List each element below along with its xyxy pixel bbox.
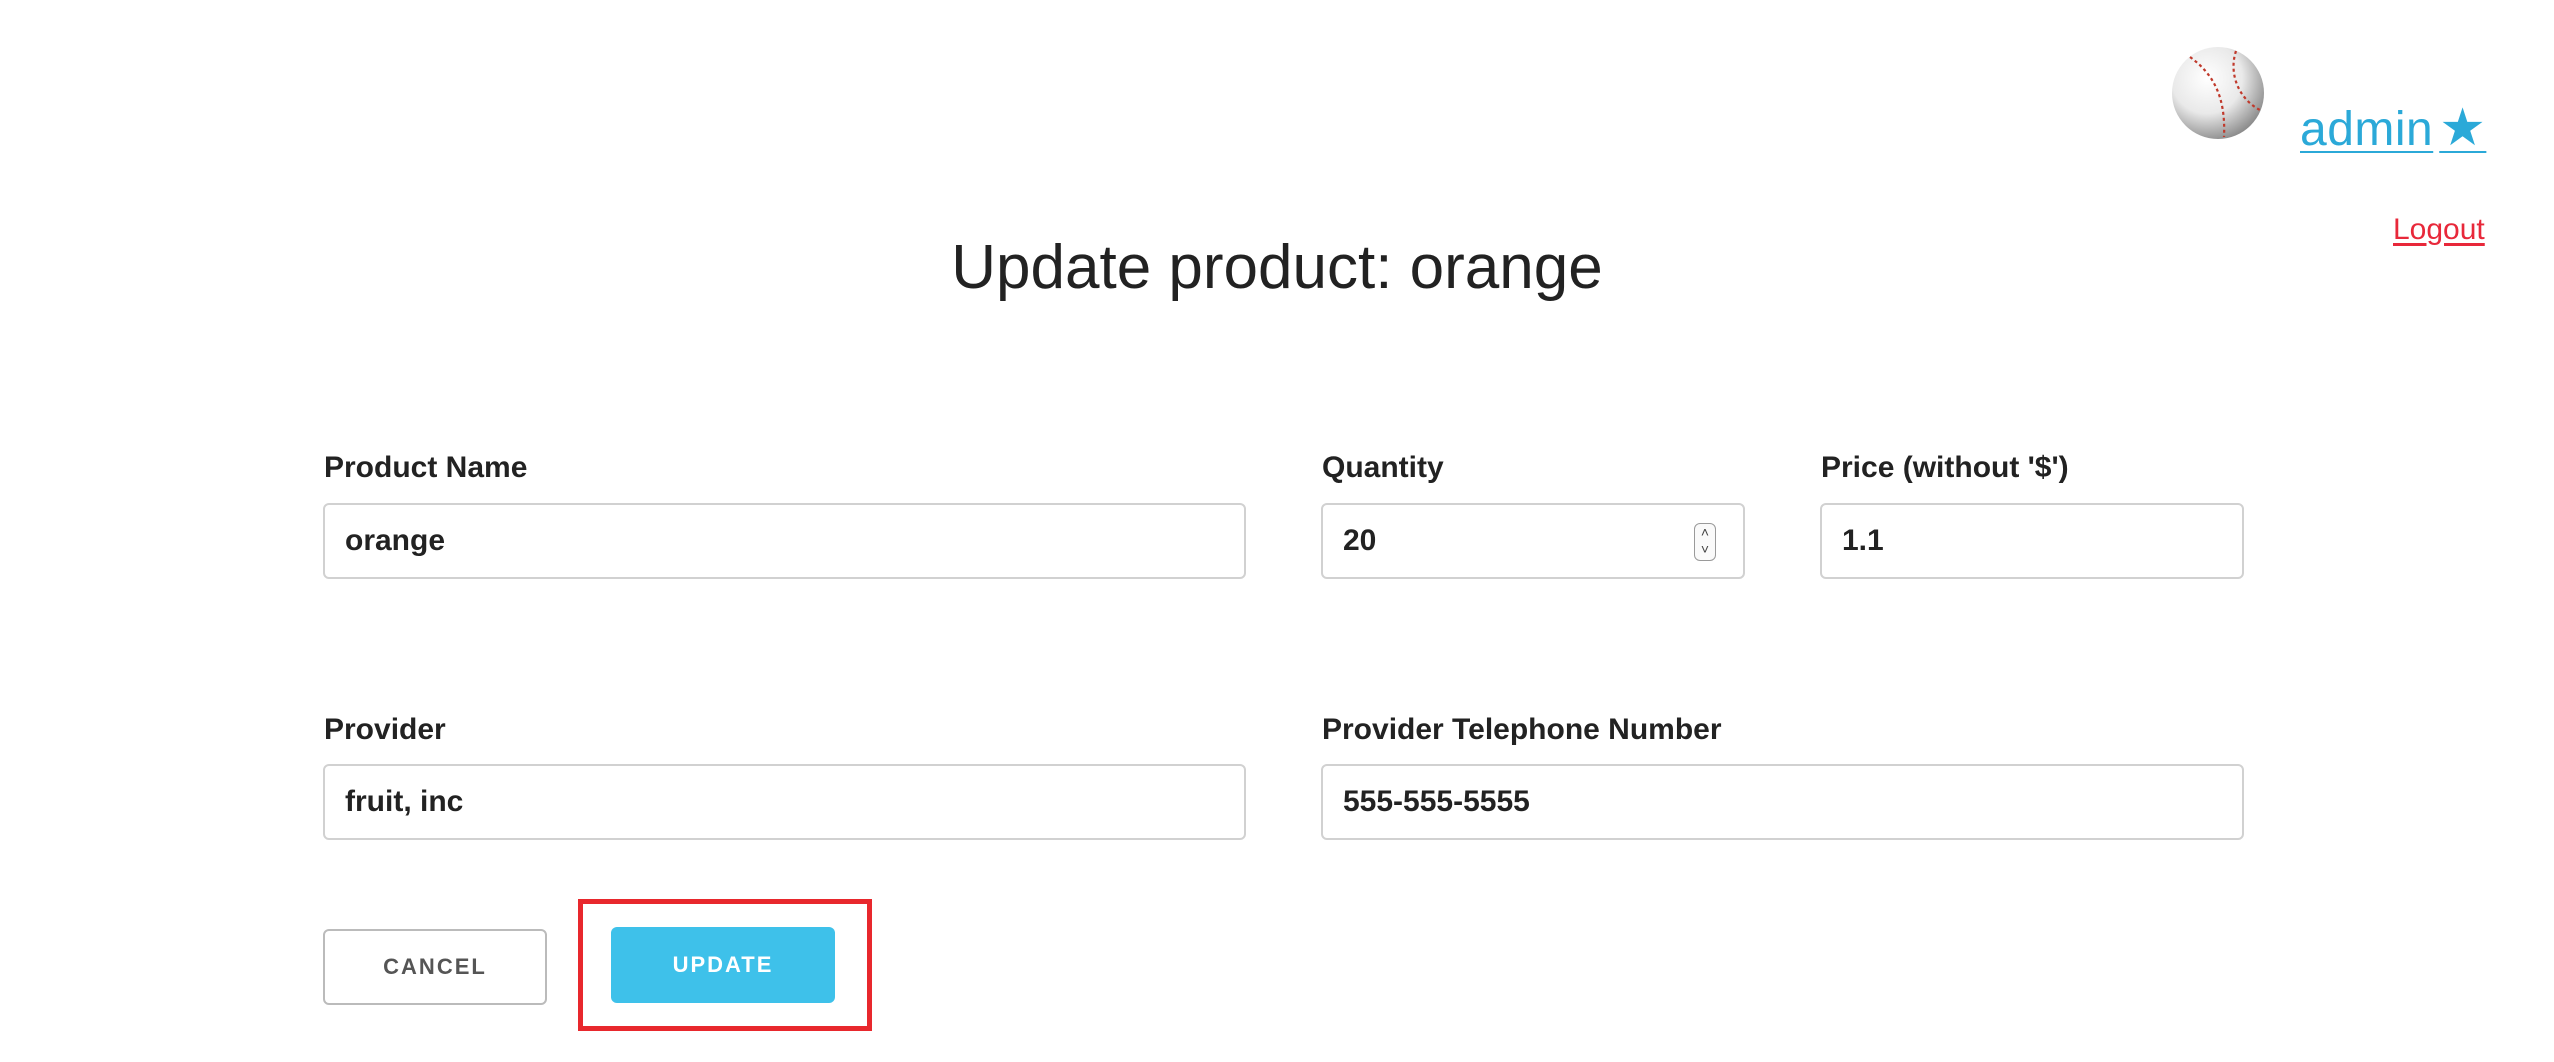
quantity-label: Quantity [1322,451,1444,484]
user-name: admin [2300,103,2434,156]
provider-phone-input[interactable] [1321,764,2244,840]
product-name-label: Product Name [324,451,528,484]
chevron-up-icon[interactable]: ˄ [1695,524,1715,541]
page-title: Update product: orange [951,233,1603,302]
price-input[interactable] [1820,503,2244,579]
provider-phone-label: Provider Telephone Number [1322,713,1722,746]
provider-label: Provider [324,713,446,746]
star-icon: ★ [2439,99,2487,157]
chevron-down-icon[interactable]: ˅ [1695,541,1715,558]
update-button-highlight [578,899,872,1031]
product-name-input[interactable] [323,503,1246,579]
quantity-stepper[interactable]: ˄ ˅ [1694,523,1716,561]
cancel-button[interactable]: CANCEL [323,929,547,1005]
quantity-input[interactable] [1321,503,1745,579]
price-label: Price (without '$') [1821,451,2069,484]
provider-input[interactable] [323,764,1246,840]
avatar [2172,47,2264,139]
user-profile-link[interactable]: admin ★ [2300,98,2486,158]
